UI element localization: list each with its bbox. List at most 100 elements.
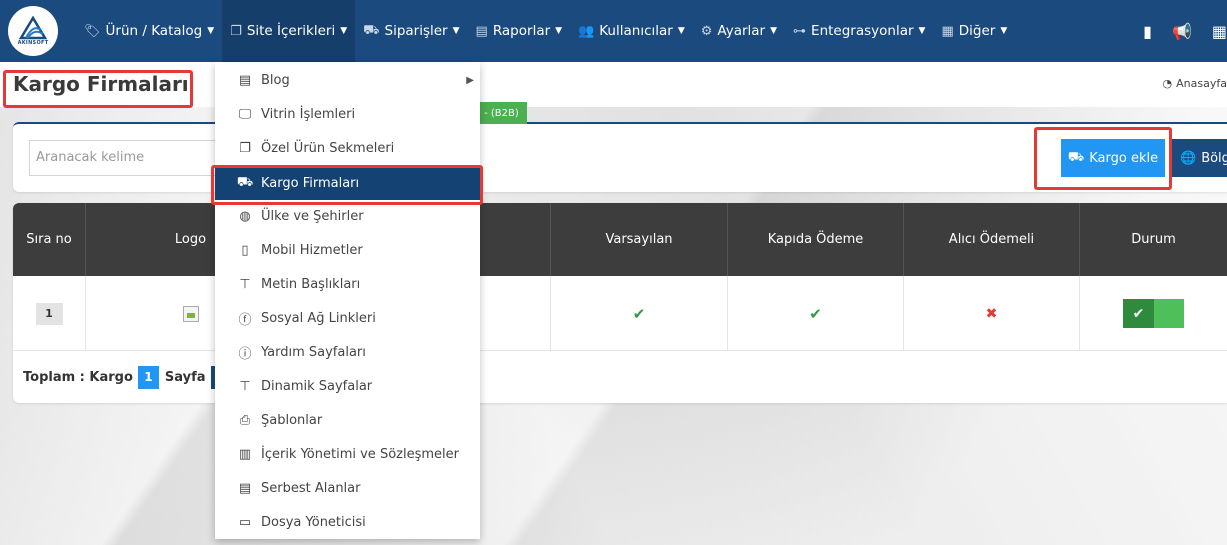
- menu-item-icerik-yonetimi[interactable]: ▥ İçerik Yönetimi ve Sözleşmeler: [215, 437, 480, 471]
- nav-urun-katalog[interactable]: 🏷 Ürün / Katalog ▼: [76, 0, 222, 62]
- menu-label: İçerik Yönetimi ve Sözleşmeler: [261, 446, 459, 462]
- row-order-badge[interactable]: 1: [35, 302, 63, 325]
- header-kapida-odeme[interactable]: Kapıda Ödeme: [728, 203, 904, 276]
- nav-label: Siparişler: [384, 23, 448, 39]
- cell-varsayilan: ✔: [551, 276, 728, 351]
- text-height-icon: ⊤: [239, 276, 251, 292]
- caret-down-icon: ▼: [452, 26, 460, 36]
- monitor-icon: 🖵: [238, 106, 252, 122]
- search-input[interactable]: Aranacak kelime: [29, 140, 219, 176]
- nav-entegrasyonlar[interactable]: ⊶ Entegrasyonlar ▼: [785, 0, 933, 62]
- file-icon: ❐: [230, 23, 242, 39]
- menu-item-mobil-hizmetler[interactable]: ▯ Mobil Hizmetler: [215, 233, 480, 267]
- menu-item-dinamik-sayfalar[interactable]: ⊤ Dinamik Sayfalar: [215, 369, 480, 403]
- header-varsayilan[interactable]: Varsayılan: [551, 203, 728, 276]
- menu-label: Ülke ve Şehirler: [261, 208, 364, 224]
- menu-item-vitrin[interactable]: 🖵 Vitrin İşlemleri: [215, 97, 480, 131]
- globe-icon: 🌐: [1180, 150, 1197, 166]
- nav-site-icerikleri[interactable]: ❐ Site İçerikleri ▼: [222, 0, 356, 62]
- main-menu: 🏷 Ürün / Katalog ▼ ❐ Site İçerikleri ▼ ⛟…: [76, 0, 1015, 62]
- status-toggle[interactable]: ✔: [1123, 299, 1184, 328]
- cell-sira: 1: [13, 276, 86, 351]
- menu-item-metin-basliklari[interactable]: ⊤ Metin Başlıkları: [215, 267, 480, 301]
- logo-mark-icon: [18, 15, 48, 40]
- nav-siparisler[interactable]: ⛟ Siparişler ▼: [355, 0, 467, 62]
- users-icon: 👥: [578, 23, 595, 39]
- menu-label: Blog: [261, 72, 290, 88]
- total-count-badge: 1: [137, 365, 159, 389]
- nav-ayarlar[interactable]: ⚙ Ayarlar ▼: [693, 0, 785, 62]
- add-cargo-highlight-box: [1034, 127, 1172, 190]
- nav-label: Diğer: [958, 23, 996, 39]
- grid-icon: ▦: [941, 23, 954, 39]
- menu-label: Dinamik Sayfalar: [261, 378, 373, 394]
- site-icerikleri-dropdown: ▤ Blog ▶ 🖵 Vitrin İşlemleri ❐ Özel Ürün …: [215, 62, 480, 539]
- window-icon: ❐: [239, 140, 251, 156]
- table-footer: Toplam : Kargo 1 Sayfa 1 -: [13, 351, 1227, 403]
- caret-down-icon: ▼: [677, 26, 685, 36]
- cell-kapida-odeme: ✔: [728, 276, 904, 351]
- menu-label: Serbest Alanlar: [261, 480, 361, 496]
- nav-raporlar[interactable]: ▤ Raporlar ▼: [468, 0, 571, 62]
- cargo-table: Sıra no Logo Varsayılan Kapıda Ödeme Alı…: [13, 203, 1227, 403]
- header-alici-odemeli[interactable]: Alıcı Ödemeli: [904, 203, 1080, 276]
- nav-label: Ürün / Katalog: [105, 23, 203, 39]
- menu-label: Metin Başlıkları: [261, 276, 361, 292]
- check-icon: ✔: [632, 304, 646, 323]
- breadcrumb[interactable]: ◔ Anasayfa: [1163, 77, 1227, 90]
- caret-down-icon: ▼: [918, 26, 926, 36]
- sitemap-icon: ⊶: [793, 23, 807, 39]
- dashboard-icon: ◔: [1162, 77, 1173, 90]
- info-icon: ⓘ: [238, 346, 252, 362]
- logo-text: AKINSOFT: [17, 40, 49, 46]
- list-icon: ▤: [238, 72, 252, 88]
- cell-alici-odemeli: ✖: [904, 276, 1080, 351]
- nav-label: Site İçerikleri: [246, 23, 336, 39]
- menu-highlight-box: [211, 165, 483, 205]
- menu-label: Özel Ürün Sekmeleri: [261, 140, 395, 156]
- brand-logo[interactable]: AKINSOFT: [8, 6, 58, 56]
- menu-label: Sosyal Ağ Linkleri: [261, 310, 376, 326]
- menu-item-serbest-alanlar[interactable]: ▤ Serbest Alanlar: [215, 471, 480, 505]
- page-label: Sayfa: [164, 369, 206, 385]
- file-text-icon: ▤: [238, 480, 252, 496]
- document-icon: ▥: [238, 446, 252, 462]
- menu-item-dosya-yoneticisi[interactable]: ▭ Dosya Yöneticisi: [215, 505, 480, 539]
- check-icon: ✔: [1123, 299, 1154, 328]
- menu-item-yardim-sayfalari[interactable]: ⓘ Yardım Sayfaları: [215, 335, 480, 369]
- caret-right-icon: ▶: [466, 74, 474, 86]
- caret-down-icon: ▼: [770, 26, 778, 36]
- globe-icon: ◍: [239, 208, 251, 224]
- book-icon[interactable]: ▮: [1143, 22, 1152, 41]
- nav-diger[interactable]: ▦ Diğer ▼: [933, 0, 1015, 62]
- toggle-track: [1154, 299, 1184, 328]
- menu-label: Dosya Yöneticisi: [261, 514, 366, 530]
- nav-label: Entegrasyonlar: [811, 23, 914, 39]
- caret-down-icon: ▼: [207, 26, 215, 36]
- folder-open-icon: ▭: [238, 514, 252, 530]
- apps-grid-icon[interactable]: ▦: [1212, 22, 1227, 41]
- menu-item-sosyal-ag[interactable]: ⓕ Sosyal Ağ Linkleri: [215, 301, 480, 335]
- menu-label: Vitrin İşlemleri: [261, 106, 356, 122]
- facebook-icon: ⓕ: [238, 312, 252, 328]
- breadcrumb-home[interactable]: Anasayfa: [1176, 77, 1227, 90]
- mobile-icon: ▯: [241, 242, 249, 258]
- megaphone-icon[interactable]: 📢: [1172, 22, 1192, 41]
- cross-icon: ✖: [985, 305, 998, 322]
- menu-item-blog[interactable]: ▤ Blog ▶: [215, 63, 480, 97]
- navbar-right-tools: ▮ 📢 ▦: [1123, 0, 1227, 62]
- print-icon: ⎙: [239, 412, 251, 428]
- gears-icon: ⚙: [700, 23, 713, 39]
- menu-item-ozel-urun-sekmeleri[interactable]: ❐ Özel Ürün Sekmeleri: [215, 131, 480, 165]
- menu-item-sablonlar[interactable]: ⎙ Şablonlar: [215, 403, 480, 437]
- nav-kullanicilar[interactable]: 👥 Kullanıcılar ▼: [570, 0, 693, 62]
- nav-label: Kullanıcılar: [599, 23, 673, 39]
- header-sira[interactable]: Sıra no: [13, 203, 86, 276]
- truck-icon: ⛟: [363, 22, 380, 38]
- header-durum[interactable]: Durum: [1080, 203, 1227, 276]
- table-header: Sıra no Logo Varsayılan Kapıda Ödeme Alı…: [13, 203, 1227, 276]
- nav-label: Raporlar: [492, 23, 551, 39]
- region-button[interactable]: 🌐 Bölge: [1172, 139, 1227, 177]
- menu-label: Şablonlar: [261, 412, 323, 428]
- menu-label: Yardım Sayfaları: [261, 344, 366, 360]
